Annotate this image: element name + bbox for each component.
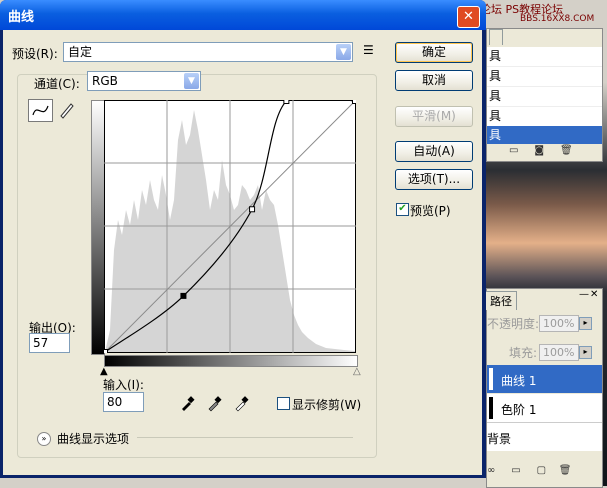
title-bar[interactable]: 曲线 ✕ [0, 0, 486, 30]
pencil-icon [60, 103, 74, 119]
layer-row[interactable]: 背景 [487, 423, 602, 451]
history-item[interactable]: 具 [487, 87, 602, 107]
history-item-selected[interactable]: 具 [487, 126, 602, 144]
opacity-label: 不透明度: [487, 317, 540, 331]
preview-label: 预览(P) [410, 204, 451, 218]
curve-point[interactable] [102, 349, 108, 355]
curve-point[interactable] [352, 98, 358, 104]
layer-thumb [489, 397, 493, 419]
dialog-body: 预设(R): 自定 ▼ ☰ 通道(C): RGB ▼ ▲ △ 输出(O): 57… [3, 30, 482, 475]
show-clipping-checkbox[interactable] [277, 397, 290, 410]
layer-name: 背景 [487, 432, 512, 446]
panel-close-icon[interactable]: ✕ [590, 289, 598, 300]
channel-dropdown[interactable]: RGB ▼ [87, 71, 201, 91]
channel-value: RGB [92, 74, 118, 88]
layer-name: 色阶 1 [501, 403, 537, 417]
gray-eyedropper-icon [208, 396, 222, 412]
layer-thumb [489, 368, 493, 390]
cancel-button[interactable]: 取消 [395, 70, 473, 91]
curve-graph-svg [102, 92, 358, 355]
layers-panel: 路径 — ✕ 不透明度: 100% ▸ 填充: 100% ▸ 曲线 1 色阶 1… [485, 288, 603, 488]
link-icon[interactable]: ∞ [487, 465, 495, 476]
fill-label: 填充: [509, 346, 538, 360]
preset-value: 自定 [68, 45, 93, 59]
camera-icon[interactable]: ◙ [534, 145, 544, 156]
curves-dialog: 曲线 ✕ 预设(R): 自定 ▼ ☰ 通道(C): RGB ▼ ▲ △ 输出(O… [0, 0, 486, 478]
paths-tab[interactable]: 路径 [485, 291, 517, 310]
smooth-button[interactable]: 平滑(M) [395, 106, 473, 127]
layer-row[interactable]: 色阶 1 [487, 394, 602, 423]
new-group-icon[interactable]: ▭ [511, 465, 520, 476]
white-eyedropper[interactable] [233, 394, 251, 415]
trash-icon[interactable]: 🗑 [560, 145, 573, 156]
panel-tab[interactable] [489, 29, 503, 45]
white-eyedropper-icon [235, 396, 249, 412]
fill-field[interactable]: 100% [539, 344, 579, 361]
show-clipping-label: 显示修剪(W) [292, 398, 362, 412]
curve-point-tool[interactable] [28, 99, 53, 122]
opacity-arrow-icon[interactable]: ▸ [579, 317, 592, 330]
curve-display-options-label[interactable]: 曲线显示选项 [57, 430, 129, 447]
new-snapshot-icon[interactable]: ▭ [509, 145, 518, 156]
fill-arrow-icon[interactable]: ▸ [579, 346, 592, 359]
output-gradient-bar [91, 100, 105, 355]
divider [137, 437, 353, 438]
curve-point[interactable] [249, 206, 256, 213]
history-panel: 具 具 具 具 具 ▭ ◙ 🗑 [486, 28, 603, 162]
preview-checkbox[interactable]: ✔ [396, 203, 409, 216]
history-item[interactable]: 具 [487, 47, 602, 67]
layers-footer-icons: ∞ ▭ ▢ 🗑 [487, 465, 571, 476]
watermark-url: BBS.16XX8.COM [520, 14, 595, 24]
history-item[interactable]: 具 [487, 107, 602, 126]
curve-point-active[interactable] [180, 292, 187, 299]
history-item[interactable]: 具 [487, 67, 602, 87]
channel-label: 通道(C): [34, 77, 80, 91]
input-label: 输入(I): [103, 378, 144, 392]
ok-button[interactable]: 确定 [395, 42, 473, 63]
output-field[interactable]: 57 [29, 333, 70, 353]
history-list: 具 具 具 具 具 [487, 47, 602, 144]
layer-row-selected[interactable]: 曲线 1 [487, 365, 602, 393]
auto-button[interactable]: 自动(A) [395, 141, 473, 162]
input-field[interactable]: 80 [103, 392, 144, 412]
curve-graph[interactable] [102, 92, 358, 355]
panel-footer-icons: ▭ ◙ 🗑 [509, 145, 573, 156]
panel-minimize-icon[interactable]: — [579, 289, 589, 300]
black-eyedropper[interactable] [179, 394, 197, 415]
trash-icon[interactable]: 🗑 [559, 465, 572, 476]
chevron-down-icon[interactable]: ▼ [184, 73, 199, 89]
layer-name: 曲线 1 [501, 374, 537, 388]
opacity-field[interactable]: 100% [539, 315, 579, 332]
curve-tool-icon [32, 105, 49, 116]
list-menu-icon[interactable]: ☰ [363, 43, 374, 57]
preset-label: 预设(R): [12, 47, 58, 61]
options-button[interactable]: 选项(T)... [395, 169, 473, 190]
black-eyedropper-icon [182, 396, 195, 411]
gray-eyedropper[interactable] [206, 394, 224, 415]
curve-point[interactable] [283, 98, 290, 104]
close-button[interactable]: ✕ [457, 6, 480, 28]
white-point-slider-icon[interactable]: △ [353, 366, 361, 377]
input-gradient-bar [104, 355, 358, 367]
chevron-down-icon[interactable]: ▼ [336, 44, 351, 60]
pencil-tool[interactable] [56, 99, 78, 120]
preset-dropdown[interactable]: 自定 ▼ [63, 42, 353, 62]
expand-chevron-icon[interactable]: » [37, 432, 51, 446]
new-layer-icon[interactable]: ▢ [537, 465, 546, 476]
dialog-title: 曲线 [8, 10, 35, 25]
